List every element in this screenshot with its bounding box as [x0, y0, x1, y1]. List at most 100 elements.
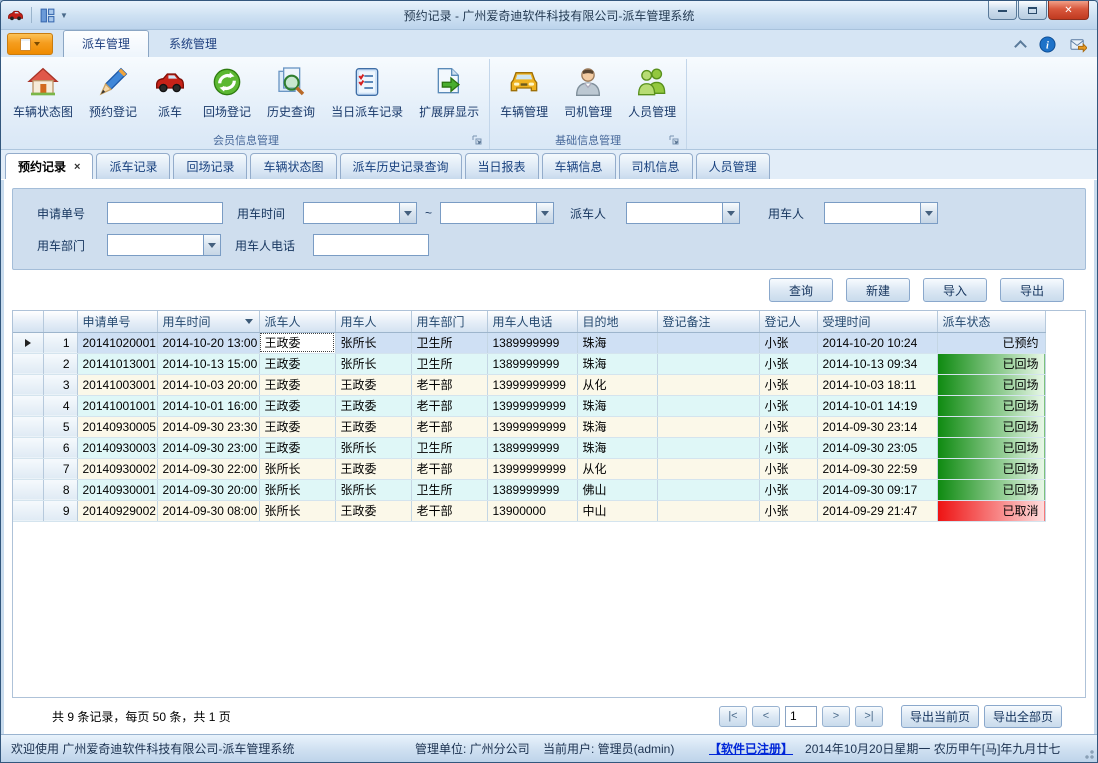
- cell-用车人电话[interactable]: 13900000: [487, 500, 577, 521]
- cell-登记备注[interactable]: [657, 416, 759, 437]
- ribbon-button-预约登记[interactable]: 预约登记: [82, 60, 144, 130]
- cell-派车人[interactable]: 张所长: [259, 479, 335, 500]
- cell-用车人电话[interactable]: 1389999999: [487, 332, 577, 353]
- cell-登记人[interactable]: 小张: [759, 332, 817, 353]
- doc-tab-派车历史记录查询[interactable]: 派车历史记录查询: [340, 153, 462, 179]
- resize-grip[interactable]: [1082, 747, 1094, 759]
- collapse-ribbon-icon[interactable]: [1014, 40, 1027, 53]
- cell-登记备注[interactable]: [657, 395, 759, 416]
- prev-page-button[interactable]: <: [752, 706, 780, 727]
- cell-登记人[interactable]: 小张: [759, 479, 817, 500]
- cell-用车部门[interactable]: 卫生所: [411, 479, 487, 500]
- ribbon-button-当日派车记录[interactable]: 当日派车记录: [324, 60, 410, 130]
- cell-用车人[interactable]: 张所长: [335, 332, 411, 353]
- order-no-input[interactable]: [107, 202, 223, 224]
- row-number-cell[interactable]: 5: [43, 416, 77, 437]
- cell-用车部门[interactable]: 卫生所: [411, 353, 487, 374]
- cell-登记备注[interactable]: [657, 437, 759, 458]
- cell-用车人[interactable]: 张所长: [335, 437, 411, 458]
- cell-目的地[interactable]: 佛山: [577, 479, 657, 500]
- column-header-用车人[interactable]: 用车人: [335, 311, 411, 332]
- cell-登记备注[interactable]: [657, 458, 759, 479]
- ribbon-tab-系统管理[interactable]: 系统管理: [151, 31, 235, 57]
- department-input[interactable]: [107, 234, 203, 256]
- tab-close-icon[interactable]: ×: [74, 161, 80, 173]
- cell-用车时间[interactable]: 2014-10-01 16:00: [157, 395, 259, 416]
- maximize-button[interactable]: [1018, 1, 1047, 20]
- cell-用车时间[interactable]: 2014-09-30 22:00: [157, 458, 259, 479]
- ribbon-tab-派车管理[interactable]: 派车管理: [63, 30, 149, 57]
- cell-登记备注[interactable]: [657, 500, 759, 521]
- column-header-登记人[interactable]: 登记人: [759, 311, 817, 332]
- row-number-cell[interactable]: 9: [43, 500, 77, 521]
- use-time-to-input[interactable]: [440, 202, 536, 224]
- cell-用车时间[interactable]: 2014-09-30 23:30: [157, 416, 259, 437]
- new-button[interactable]: 新建: [846, 278, 910, 302]
- cell-用车时间[interactable]: 2014-10-03 20:00: [157, 374, 259, 395]
- last-page-button[interactable]: >|: [855, 706, 883, 727]
- ribbon-button-历史查询[interactable]: 历史查询: [260, 60, 322, 130]
- doc-tab-预约记录[interactable]: 预约记录×: [5, 153, 93, 179]
- cell-受理时间[interactable]: 2014-10-13 09:34: [817, 353, 937, 374]
- cell-用车人[interactable]: 王政委: [335, 416, 411, 437]
- ribbon-button-扩展屏显示[interactable]: 扩展屏显示: [412, 60, 486, 130]
- row-number-cell[interactable]: 2: [43, 353, 77, 374]
- cell-登记人[interactable]: 小张: [759, 395, 817, 416]
- cell-登记备注[interactable]: [657, 479, 759, 500]
- cell-派车人[interactable]: 张所长: [259, 458, 335, 479]
- dispatcher-input[interactable]: [626, 202, 722, 224]
- cell-登记人[interactable]: 小张: [759, 437, 817, 458]
- column-header-目的地[interactable]: 目的地: [577, 311, 657, 332]
- next-page-button[interactable]: >: [822, 706, 850, 727]
- cell-用车部门[interactable]: 老干部: [411, 374, 487, 395]
- dialog-launcher-icon[interactable]: [472, 135, 483, 146]
- cell-受理时间[interactable]: 2014-09-29 21:47: [817, 500, 937, 521]
- user-dropdown-icon[interactable]: [920, 202, 938, 224]
- ribbon-button-车辆状态图[interactable]: 车辆状态图: [6, 60, 80, 130]
- user-input[interactable]: [824, 202, 920, 224]
- cell-用车人[interactable]: 王政委: [335, 500, 411, 521]
- doc-tab-人员管理[interactable]: 人员管理: [696, 153, 770, 179]
- use-time-from-dropdown-icon[interactable]: [399, 202, 417, 224]
- cell-用车时间[interactable]: 2014-10-20 13:00: [157, 332, 259, 353]
- cell-受理时间[interactable]: 2014-09-30 23:05: [817, 437, 937, 458]
- cell-用车人电话[interactable]: 13999999999: [487, 374, 577, 395]
- cell-用车部门[interactable]: 老干部: [411, 395, 487, 416]
- dispatch-status-cell[interactable]: 已回场: [937, 458, 1045, 479]
- query-button[interactable]: 查询: [769, 278, 833, 302]
- app-menu-button[interactable]: [7, 33, 53, 55]
- row-number-cell[interactable]: 3: [43, 374, 77, 395]
- cell-用车人[interactable]: 张所长: [335, 479, 411, 500]
- cell-目的地[interactable]: 珠海: [577, 437, 657, 458]
- doc-tab-司机信息[interactable]: 司机信息: [619, 153, 693, 179]
- column-header-用车人电话[interactable]: 用车人电话: [487, 311, 577, 332]
- cell-用车时间[interactable]: 2014-09-30 20:00: [157, 479, 259, 500]
- cell-派车人[interactable]: 张所长: [259, 500, 335, 521]
- cell-用车人电话[interactable]: 13999999999: [487, 416, 577, 437]
- cell-申请单号[interactable]: 20141020001: [77, 332, 157, 353]
- row-indicator-cell[interactable]: [13, 437, 43, 458]
- row-indicator-cell[interactable]: [13, 416, 43, 437]
- row-number-cell[interactable]: 7: [43, 458, 77, 479]
- doc-tab-回场记录[interactable]: 回场记录: [173, 153, 247, 179]
- cell-用车人电话[interactable]: 1389999999: [487, 479, 577, 500]
- dispatch-status-cell[interactable]: 已取消: [937, 500, 1045, 521]
- ribbon-button-派车[interactable]: 派车: [146, 60, 194, 130]
- dispatch-status-cell[interactable]: 已回场: [937, 416, 1045, 437]
- column-header-受理时间[interactable]: 受理时间: [817, 311, 937, 332]
- column-header-用车部门[interactable]: 用车部门: [411, 311, 487, 332]
- dispatch-status-cell[interactable]: 已回场: [937, 374, 1045, 395]
- cell-登记人[interactable]: 小张: [759, 458, 817, 479]
- cell-用车人[interactable]: 王政委: [335, 374, 411, 395]
- cell-派车人[interactable]: 王政委: [259, 395, 335, 416]
- column-header-登记备注[interactable]: 登记备注: [657, 311, 759, 332]
- ribbon-button-人员管理[interactable]: 人员管理: [621, 60, 683, 130]
- page-number-input[interactable]: [785, 706, 817, 727]
- cell-用车部门[interactable]: 卫生所: [411, 332, 487, 353]
- use-time-to-dropdown-icon[interactable]: [536, 202, 554, 224]
- cell-目的地[interactable]: 珠海: [577, 416, 657, 437]
- cell-登记人[interactable]: 小张: [759, 353, 817, 374]
- info-icon[interactable]: i: [1039, 36, 1056, 53]
- cell-用车部门[interactable]: 老干部: [411, 500, 487, 521]
- cell-申请单号[interactable]: 20140929002: [77, 500, 157, 521]
